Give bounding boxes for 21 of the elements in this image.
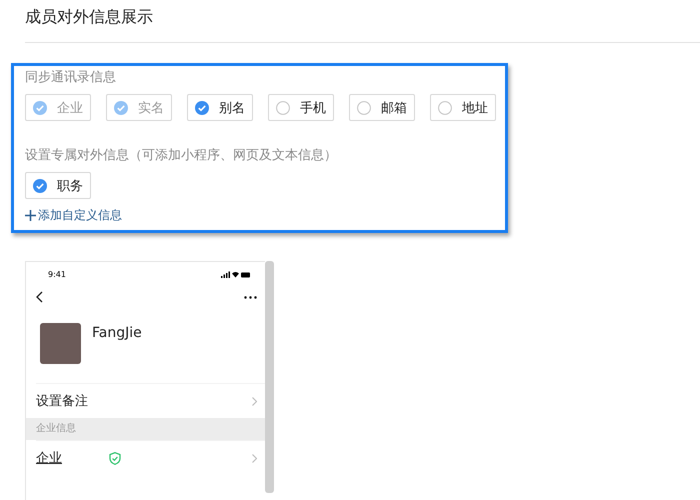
checkbox-option[interactable]: 职务 [25,172,91,199]
section-label: 同步通讯录信息 [25,69,117,86]
checkbox-option[interactable]: 邮箱 [349,94,415,121]
plus-icon [25,210,36,221]
back-icon[interactable] [36,291,43,303]
checkbox-option[interactable]: 别名 [187,94,253,121]
section-header: 企业信息 [26,418,265,440]
chevron-right-icon [252,396,257,406]
chevron-right-icon [252,454,257,462]
avatar-placeholder [40,323,81,364]
checkbox-option[interactable]: 手机 [268,94,334,121]
status-icons [221,271,251,278]
checkbox-option[interactable]: 地址 [430,94,496,121]
add-custom-link[interactable]: 添加自定义信息 [25,207,505,224]
more-icon[interactable] [244,296,257,298]
status-time: 9:41 [48,270,66,279]
section-label: 设置专属对外信息（可添加小程序、网页及文本信息） [25,147,338,164]
shield-check-icon [109,452,121,464]
profile-name: FangJie [92,324,142,343]
page-title: 成员对外信息展示 [25,6,154,28]
scrollbar[interactable] [265,261,274,493]
